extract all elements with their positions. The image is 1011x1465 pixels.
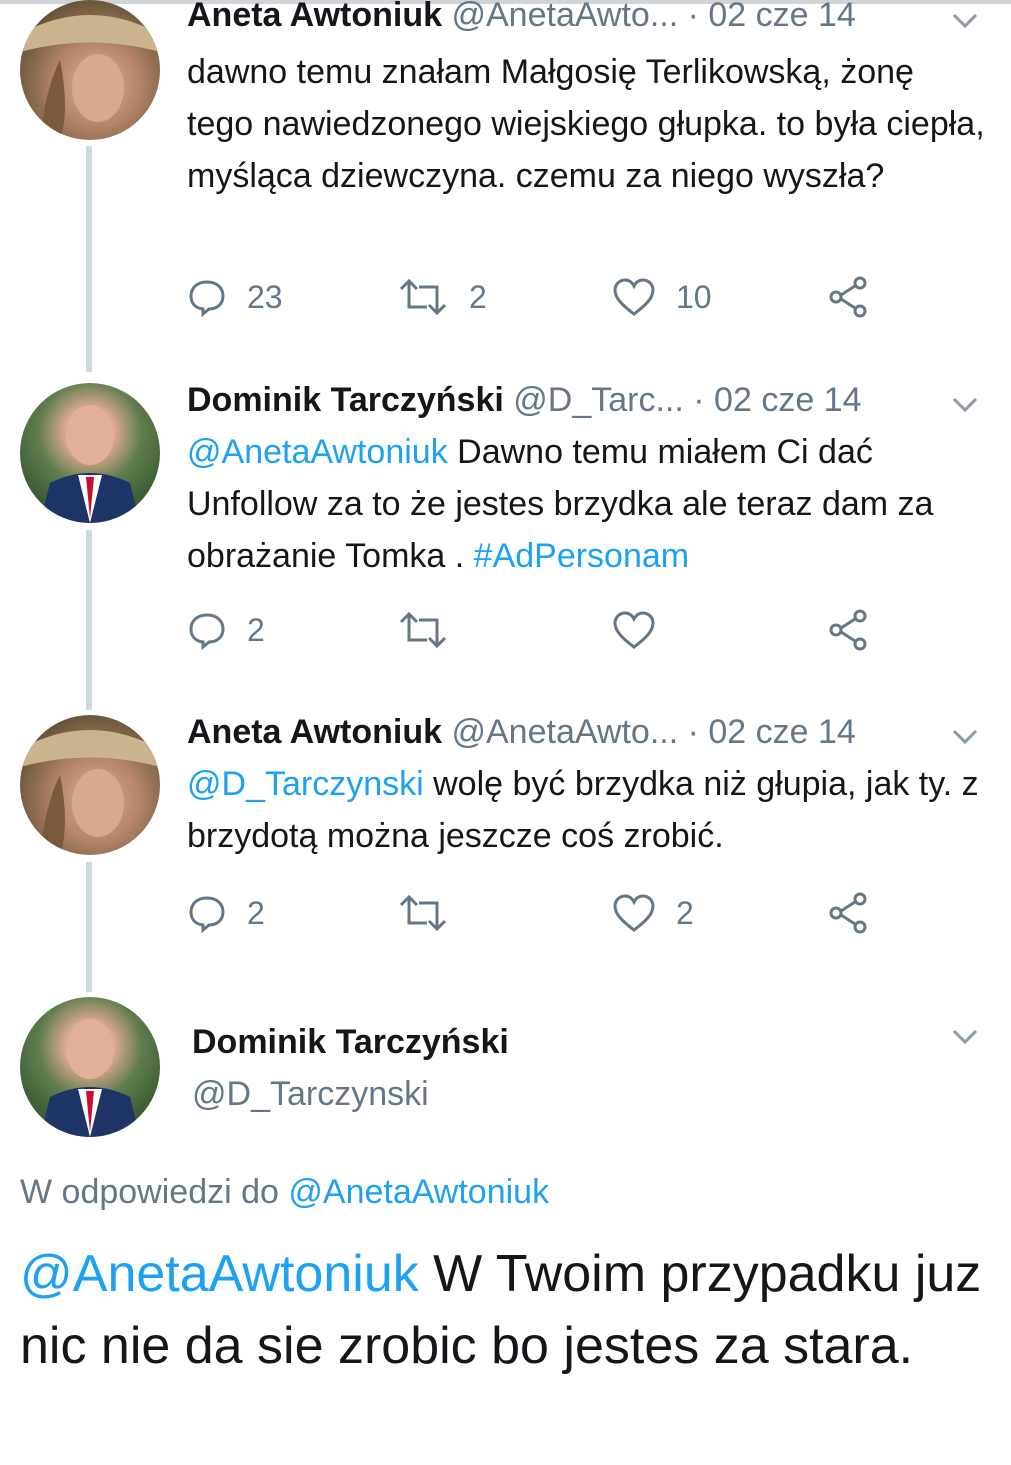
hashtag-link[interactable]: #AdPersonam [474, 537, 689, 575]
chevron-down-icon[interactable] [948, 8, 982, 32]
reply-count: 2 [247, 894, 265, 931]
tweet-actions: 2 [187, 605, 987, 655]
avatar-aneta-art [20, 730, 160, 855]
avatar-dominik-art [40, 1019, 140, 1137]
share-button[interactable] [827, 605, 871, 655]
author-handle[interactable]: @AnetaAwto... [451, 713, 678, 751]
main-tweet-text: @AnetaAwtoniuk W Twoim przypadku juz nic… [20, 1238, 995, 1382]
like-count: 2 [676, 894, 694, 931]
reply-count: 2 [247, 611, 265, 648]
share-icon [829, 892, 867, 934]
author-handle[interactable]: @D_Tarc... [513, 381, 684, 419]
tweet-date[interactable]: · 02 cze 14 [688, 0, 856, 34]
reply-icon [189, 896, 225, 933]
retweet-icon [399, 894, 447, 932]
thread-line [86, 530, 92, 710]
reply-icon [189, 613, 225, 650]
author-name[interactable]: Aneta Awtoniuk [187, 0, 442, 34]
like-count: 10 [676, 278, 712, 315]
tweet-text: @D_Tarczynski wolę być brzydka niż głupi… [187, 758, 987, 862]
tweet-actions: 23 2 10 [187, 272, 987, 322]
retweet-button[interactable]: 2 [397, 272, 487, 322]
tweet-3[interactable]: Aneta Awtoniuk @AnetaAwto... · 02 cze 14… [0, 712, 1011, 992]
author-name[interactable]: Dominik Tarczyński [187, 381, 504, 419]
like-icon [613, 611, 655, 649]
tweet-actions: 2 2 [187, 888, 987, 938]
like-button[interactable]: 10 [612, 272, 712, 322]
reply-button[interactable]: 23 [187, 272, 283, 322]
tweet-2[interactable]: Dominik Tarczyński @D_Tarc... · 02 cze 1… [0, 380, 1011, 710]
chevron-down-icon[interactable] [948, 724, 982, 748]
tweet-header: Aneta Awtoniuk @AnetaAwto... · 02 cze 14 [187, 0, 856, 35]
mention-link[interactable]: @D_Tarczynski [187, 765, 424, 803]
tweet-1[interactable]: Aneta Awtoniuk @AnetaAwto... · 02 cze 14… [0, 0, 1011, 380]
mention-link[interactable]: @AnetaAwtoniuk [187, 433, 448, 471]
reply-button[interactable]: 2 [187, 888, 265, 938]
author-name[interactable]: Aneta Awtoniuk [187, 713, 442, 751]
avatar-aneta-art [20, 15, 160, 140]
like-button[interactable] [612, 605, 676, 655]
retweet-button[interactable] [397, 888, 469, 938]
retweet-icon [399, 278, 447, 316]
share-button[interactable] [827, 888, 871, 938]
share-icon [829, 276, 867, 318]
like-button[interactable]: 2 [612, 888, 694, 938]
retweet-button[interactable] [397, 605, 469, 655]
reply-prefix: W odpowiedzi do [20, 1173, 289, 1211]
main-author-name[interactable]: Dominik Tarczyński [192, 1022, 509, 1062]
share-button[interactable] [827, 272, 871, 322]
like-icon [613, 278, 655, 316]
thread-line [86, 146, 92, 372]
avatar-dominik[interactable] [20, 383, 160, 523]
like-icon [613, 894, 655, 932]
thread-line [86, 862, 92, 992]
retweet-count: 2 [469, 278, 487, 315]
tweet-date[interactable]: · 02 cze 14 [693, 381, 861, 419]
avatar-dominik-main[interactable] [20, 997, 160, 1137]
reply-icon [189, 280, 225, 317]
reply-to-link[interactable]: @AnetaAwtoniuk [288, 1173, 549, 1211]
author-handle[interactable]: @AnetaAwto... [451, 0, 678, 34]
chevron-down-icon[interactable] [948, 1024, 982, 1048]
tweet-text: dawno temu znałam Małgosię Terlikowską, … [187, 53, 985, 195]
share-icon [829, 609, 867, 651]
avatar-dominik-art [40, 405, 140, 523]
mention-link[interactable]: @AnetaAwtoniuk [20, 1245, 419, 1303]
reply-count: 23 [247, 278, 283, 315]
tweet-date[interactable]: · 02 cze 14 [688, 713, 856, 751]
avatar-aneta[interactable] [20, 0, 160, 140]
chevron-down-icon[interactable] [948, 392, 982, 416]
reply-button[interactable]: 2 [187, 605, 265, 655]
main-author-handle[interactable]: @D_Tarczynski [192, 1074, 429, 1114]
tweet-header: Dominik Tarczyński @D_Tarc... · 02 cze 1… [187, 380, 862, 420]
tweet-text: @AnetaAwtoniuk Dawno temu miałem Ci dać … [187, 426, 987, 582]
tweet-header: Aneta Awtoniuk @AnetaAwto... · 02 cze 14 [187, 712, 856, 752]
reply-context: W odpowiedzi do @AnetaAwtoniuk [20, 1172, 549, 1212]
retweet-icon [399, 611, 447, 649]
avatar-aneta[interactable] [20, 715, 160, 855]
